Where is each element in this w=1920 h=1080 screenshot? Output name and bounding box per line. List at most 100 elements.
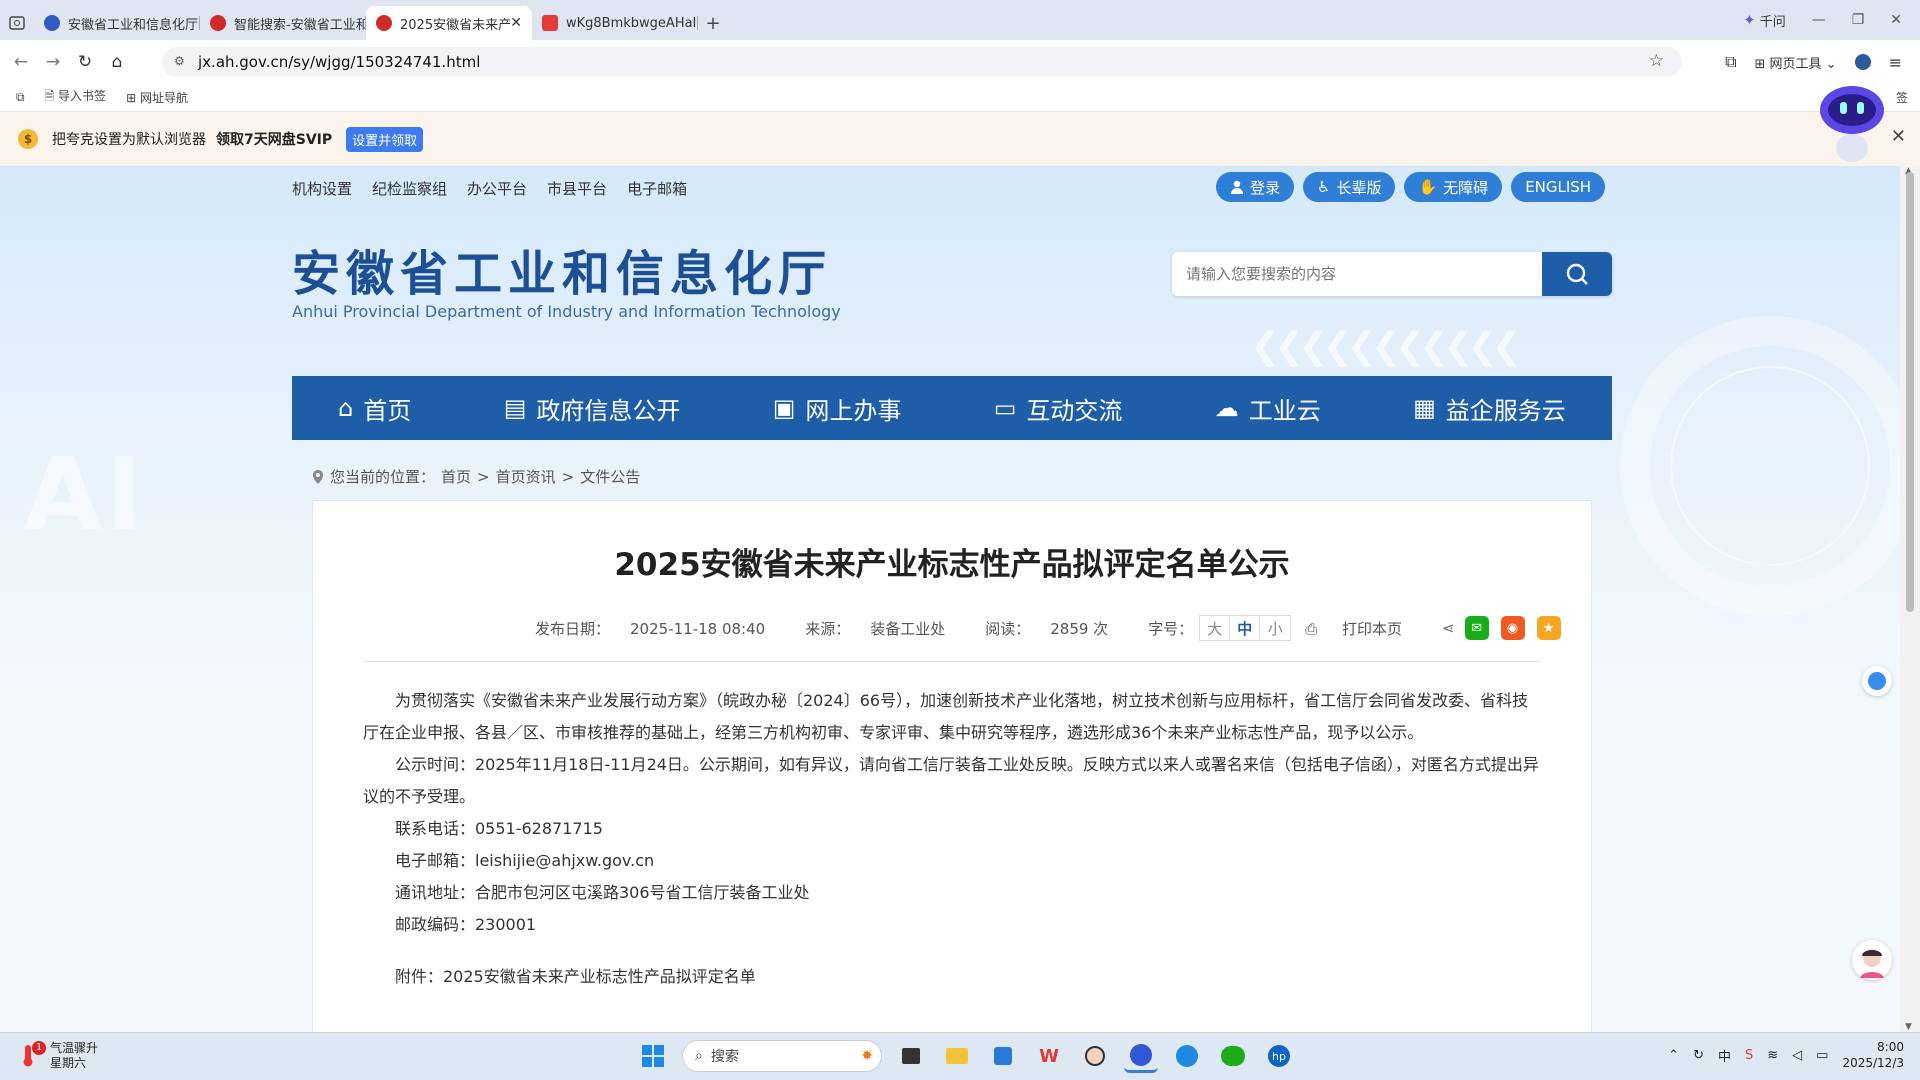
home-icon[interactable]: ⌂ — [106, 52, 128, 72]
nav-gov-info[interactable]: ▤ 政府信息公开 — [504, 391, 681, 426]
contact-phone: 联系电话：0551-62871715 — [395, 819, 603, 838]
scroll-thumb[interactable] — [1906, 172, 1914, 612]
top-link-discipline[interactable]: 纪检监察组 — [372, 178, 447, 199]
login-button[interactable]: 登录 — [1216, 172, 1295, 202]
bookmark-overflow[interactable]: 签 — [1896, 89, 1908, 106]
floating-assistant-button[interactable] — [1862, 666, 1892, 696]
nav-industry-cloud[interactable]: ☁ 工业云 — [1215, 391, 1321, 426]
wps-tray-icon[interactable]: S — [1745, 1048, 1753, 1063]
nav-enterprise-service[interactable]: ▦ 益企服务云 — [1413, 391, 1566, 426]
top-link-office[interactable]: 办公平台 — [467, 178, 527, 199]
wifi-icon[interactable]: ≋ — [1767, 1048, 1778, 1063]
qianwen-button[interactable]: ✦ 千问 — [1743, 11, 1786, 30]
floating-avatar-button[interactable] — [1852, 940, 1892, 980]
promo-button[interactable]: 设置并领取 — [346, 126, 424, 152]
url-bar[interactable]: ⚙ jx.ah.gov.cn/sy/wjgg/150324741.html ☆ — [162, 47, 1682, 77]
search-button[interactable] — [1542, 252, 1612, 296]
print-button[interactable]: ⎙ 打印本页 — [1305, 618, 1422, 639]
bookmark-star-icon[interactable]: ☆ — [1649, 51, 1664, 71]
hp-icon[interactable]: hp — [1262, 1039, 1296, 1073]
breadcrumb-news[interactable]: 首页资讯 — [496, 466, 556, 487]
task-view-icon[interactable] — [894, 1039, 928, 1073]
browser-tab-4[interactable]: wKg8BmkbwgeAHaIl — [532, 6, 698, 40]
web-page: AI ❮❮❮❮❮❮❮❮❮❮❮ 机构设置 纪检监察组 办公平台 市县平台 电子邮箱… — [0, 166, 1900, 1032]
volume-icon[interactable]: ◁ — [1792, 1048, 1802, 1063]
site-title[interactable]: 安徽省工业和信息化厅 — [292, 234, 832, 304]
browser-tab-active[interactable]: 2025安徽省未来产 ✕ — [366, 6, 532, 40]
file-explorer-icon[interactable] — [940, 1039, 974, 1073]
site-subtitle: Anhui Provincial Department of Industry … — [292, 302, 841, 321]
accessibility-button[interactable]: ✋ 无障碍 — [1404, 172, 1503, 202]
forward-icon[interactable]: → — [42, 52, 64, 72]
nav-home[interactable]: ⌂ 首页 — [338, 391, 411, 426]
login-label: 登录 — [1250, 178, 1281, 197]
clock[interactable]: 8:00 2025/12/3 — [1842, 1039, 1904, 1071]
close-window-icon[interactable]: ✕ — [1890, 12, 1902, 28]
meta-divider — [363, 661, 1541, 662]
menu-icon[interactable]: ≡ — [1889, 53, 1902, 72]
breadcrumb-home[interactable]: 首页 — [441, 466, 471, 487]
sync-icon[interactable]: ↻ — [1693, 1048, 1704, 1063]
avatar-app-icon[interactable] — [1078, 1039, 1112, 1073]
search-input[interactable] — [1172, 252, 1542, 296]
wechat-share-icon[interactable]: ✉ — [1464, 616, 1489, 640]
attachment-link[interactable]: 附件：2025安徽省未来产业标志性产品拟评定名单 — [363, 961, 1541, 993]
store-icon[interactable] — [986, 1039, 1020, 1073]
browser-tab-2[interactable]: 智能搜索-安徽省工业和 — [200, 6, 366, 40]
contact-email: 电子邮箱：leishijie@ahjxw.gov.cn — [395, 851, 655, 870]
bookmark-nav[interactable]: ⊞ 网址导航 — [126, 89, 188, 106]
top-link-email[interactable]: 电子邮箱 — [627, 178, 687, 199]
breadcrumb-notices[interactable]: 文件公告 — [580, 466, 640, 487]
extensions-icon[interactable]: ⧉ — [1725, 52, 1736, 72]
article-body: 为贯彻落实《安徽省未来产业发展行动方案》（皖政办秘〔2024〕66号），加速创新… — [363, 685, 1541, 993]
font-small-button[interactable]: 小 — [1260, 616, 1290, 640]
site-search — [1172, 252, 1612, 296]
quark-robot-mascot[interactable] — [1812, 78, 1892, 168]
nav-label: 网上办事 — [805, 396, 902, 425]
weather-widget[interactable]: 1 气温骤升 星期六 — [20, 1041, 98, 1071]
close-tab-icon[interactable]: ✕ — [510, 15, 522, 31]
site-info-icon[interactable]: ⚙ — [174, 54, 185, 68]
tab-switch-icon[interactable]: ⧉ — [16, 90, 25, 105]
wps-office-icon[interactable]: W — [1032, 1039, 1066, 1073]
top-link-org[interactable]: 机构设置 — [292, 178, 352, 199]
tab-search-icon[interactable] — [0, 6, 34, 40]
favorite-star-icon[interactable]: ★ — [1536, 616, 1561, 640]
show-hidden-icons-icon[interactable]: ⌃ — [1668, 1048, 1679, 1063]
nav-interaction[interactable]: ▭ 互动交流 — [994, 391, 1123, 426]
quark-browser-icon[interactable] — [1124, 1039, 1158, 1073]
new-tab-plus-icon[interactable]: + — [698, 6, 728, 40]
back-icon[interactable]: ← — [10, 52, 32, 72]
feather-app-icon[interactable] — [1170, 1039, 1204, 1073]
window-controls: ✦ 千问 — ❐ ✕ — [1743, 0, 1920, 40]
system-tray: ⌃ ↻ 中 S ≋ ◁ ▭ 8:00 2025/12/3 — [1668, 1039, 1904, 1071]
scroll-down-arrow-icon[interactable]: ▼ — [1905, 1022, 1912, 1032]
web-tools-button[interactable]: ⊞ 网页工具 ⌄ — [1755, 53, 1837, 72]
font-large-button[interactable]: 大 — [1200, 616, 1231, 640]
publish-date: 发布日期： 2025-11-18 08:40 — [535, 618, 785, 639]
taskbar-search[interactable]: ⌕ 搜索 ✸ — [682, 1040, 882, 1072]
article-paragraph: 为贯彻落实《安徽省未来产业发展行动方案》（皖政办秘〔2024〕66号），加速创新… — [363, 691, 1529, 742]
windows-start-icon[interactable] — [636, 1039, 670, 1073]
promo-close-icon[interactable]: ✕ — [1891, 126, 1906, 147]
article-paragraph: 公示时间：2025年11月18日-11月24日。公示期间，如有异议，请向省工信厅… — [363, 755, 1539, 806]
minimize-icon[interactable]: — — [1812, 12, 1826, 28]
weibo-share-icon[interactable]: ◉ — [1500, 616, 1525, 640]
reload-icon[interactable]: ↻ — [74, 52, 96, 72]
browser-tab-1[interactable]: 安徽省工业和信息化厅 — [34, 6, 200, 40]
elder-mode-button[interactable]: ♿ 长辈版 — [1303, 172, 1396, 202]
font-medium-button[interactable]: 中 — [1230, 616, 1261, 640]
restore-icon[interactable]: ❐ — [1852, 12, 1865, 28]
nav-online-services[interactable]: ▣ 网上办事 — [773, 391, 902, 426]
bookmark-import[interactable]: 🗎 导入书签 — [45, 87, 106, 108]
ime-icon[interactable]: 中 — [1718, 1046, 1731, 1065]
battery-icon[interactable]: ▭ — [1816, 1048, 1828, 1063]
page-scrollbar[interactable]: ▲ ▼ — [1900, 166, 1920, 1032]
english-button[interactable]: ENGLISH — [1511, 172, 1606, 202]
profile-avatar[interactable] — [1854, 54, 1871, 70]
wechat-icon[interactable] — [1216, 1039, 1250, 1073]
print-label: 打印本页 — [1342, 619, 1403, 638]
bookmark-label: 网址导航 — [139, 91, 188, 105]
top-link-county[interactable]: 市县平台 — [547, 178, 607, 199]
nav-label: 益企服务云 — [1445, 396, 1566, 425]
